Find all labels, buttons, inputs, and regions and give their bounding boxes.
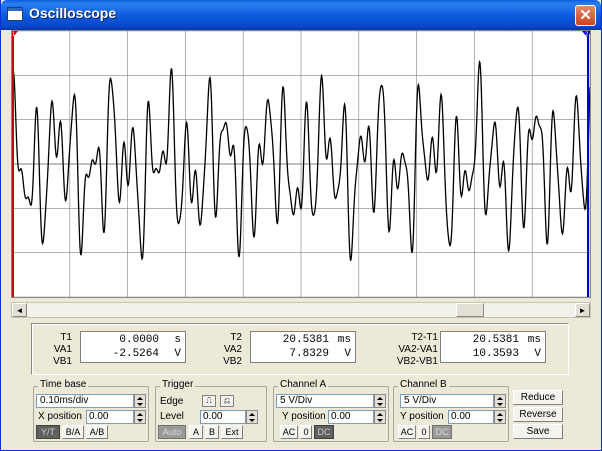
cursor-readout-panel: T1 VA1 VB1 0.0000 s -2.5264 V T2 VA2 VB2…	[31, 323, 569, 375]
reduce-button[interactable]: Reduce	[513, 390, 563, 405]
oscilloscope-window: Oscilloscope ✕ 1 2 ◄ ► T1 VA1 VB1 0.0000…	[0, 0, 602, 451]
channel-b-title: Channel B	[398, 379, 449, 391]
scroll-right-button[interactable]: ►	[575, 303, 590, 317]
falling-edge-icon[interactable]: ⎌	[220, 395, 234, 407]
channel-b-scale-select[interactable]: 5 V/Div	[400, 394, 494, 408]
rising-edge-icon[interactable]: ⎍	[202, 395, 216, 407]
channel-b-ypos-input[interactable]: 0.00	[448, 410, 494, 424]
t2-readout-box: 20.5381 ms 7.8329 V	[250, 331, 356, 363]
channel-a-scale-select[interactable]: 5 V/Div	[276, 394, 374, 408]
va2-value: 7.8329	[289, 348, 329, 360]
trigger-group: Trigger Edge ⎍ ⎌ Level 0.00 Auto A B Ext	[155, 379, 267, 442]
channel-a-ypos-input[interactable]: 0.00	[328, 410, 374, 424]
t2-unit: ms	[337, 334, 351, 346]
channel-b-ypos-label: Y position	[400, 411, 444, 422]
x-position-spinner[interactable]	[134, 410, 146, 424]
timebase-select[interactable]: 0.10ms/div	[36, 394, 134, 408]
channel-b-dc-button[interactable]: DC	[432, 425, 452, 439]
t1-readout-box: 0.0000 s -2.5264 V	[80, 331, 186, 363]
t2-t1-label: T2-T1	[411, 332, 438, 343]
scroll-thumb[interactable]	[456, 303, 484, 317]
va2-label: VA2	[223, 344, 242, 355]
t2-label: T2	[230, 332, 242, 343]
title-bar[interactable]: Oscilloscope ✕	[1, 0, 601, 30]
x-position-label: X position	[38, 411, 82, 422]
channel-b-zero-button[interactable]: 0	[418, 425, 430, 439]
channel-a-title: Channel A	[278, 379, 329, 391]
trigger-title: Trigger	[160, 379, 196, 391]
t2-value: 20.5381	[282, 334, 329, 346]
auto-trigger-button[interactable]: Auto	[158, 425, 186, 439]
channel-a-zero-button[interactable]: 0	[300, 425, 312, 439]
va2-va1-value: 10.3593	[472, 348, 519, 360]
t2-t1-unit: ms	[527, 334, 541, 346]
waveform-display: 1 2	[12, 31, 590, 297]
t1-unit: s	[174, 334, 181, 346]
channel-a-ac-button[interactable]: AC	[280, 425, 298, 439]
scroll-left-button[interactable]: ◄	[12, 303, 27, 317]
timebase-spinner[interactable]	[134, 394, 146, 408]
vb2-label: VB2	[223, 356, 242, 367]
trigger-a-button[interactable]: A	[189, 425, 203, 439]
va2-va1-label: VA2-VA1	[398, 344, 438, 355]
channel-b-group: Channel B 5 V/Div Y position 0.00 AC 0 D…	[393, 379, 509, 442]
channel-a-dc-button[interactable]: DC	[314, 425, 334, 439]
va2-va1-unit: V	[534, 348, 541, 360]
va1-unit: V	[174, 348, 181, 360]
channel-a-ypos-spinner[interactable]	[374, 410, 386, 424]
reverse-button[interactable]: Reverse	[513, 407, 563, 422]
edge-label: Edge	[160, 396, 184, 407]
window-icon	[7, 7, 23, 21]
channel-a-ypos-label: Y position	[282, 411, 326, 422]
t1-label: T1	[60, 332, 72, 343]
close-button[interactable]: ✕	[575, 5, 596, 26]
timebase-group: Time base 0.10ms/div X position 0.00 Y/T…	[33, 379, 149, 442]
save-button[interactable]: Save	[513, 424, 563, 439]
va1-label: VA1	[53, 344, 72, 355]
t2-t1-value: 20.5381	[472, 334, 519, 346]
channel-b-ac-button[interactable]: AC	[398, 425, 416, 439]
channel-a-scale-spinner[interactable]	[374, 394, 386, 408]
va2-unit: V	[344, 348, 351, 360]
level-input[interactable]: 0.00	[200, 410, 246, 424]
x-position-input[interactable]: 0.00	[86, 410, 134, 424]
level-spinner[interactable]	[246, 410, 258, 424]
va1-value: -2.5264	[112, 348, 159, 360]
timebase-title: Time base	[38, 379, 89, 391]
channel-a-group: Channel A 5 V/Div Y position 0.00 AC 0 D…	[273, 379, 389, 442]
yt-mode-button[interactable]: Y/T	[36, 425, 60, 439]
horizontal-scrollbar[interactable]: ◄ ►	[11, 302, 591, 318]
level-label: Level	[160, 411, 184, 422]
ab-mode-button[interactable]: A/B	[86, 425, 108, 439]
t1-value: 0.0000	[119, 334, 159, 346]
trigger-ext-button[interactable]: Ext	[221, 425, 243, 439]
vb1-label: VB1	[53, 356, 72, 367]
ba-mode-button[interactable]: B/A	[62, 425, 84, 439]
channel-b-scale-spinner[interactable]	[494, 394, 506, 408]
oscilloscope-screen: 1 2	[11, 30, 591, 298]
delta-readout-box: 20.5381 ms 10.3593 V	[440, 331, 546, 363]
window-title: Oscilloscope	[29, 5, 117, 21]
trigger-b-button[interactable]: B	[205, 425, 219, 439]
vb2-vb1-label: VB2-VB1	[396, 356, 438, 367]
channel-b-ypos-spinner[interactable]	[494, 410, 506, 424]
